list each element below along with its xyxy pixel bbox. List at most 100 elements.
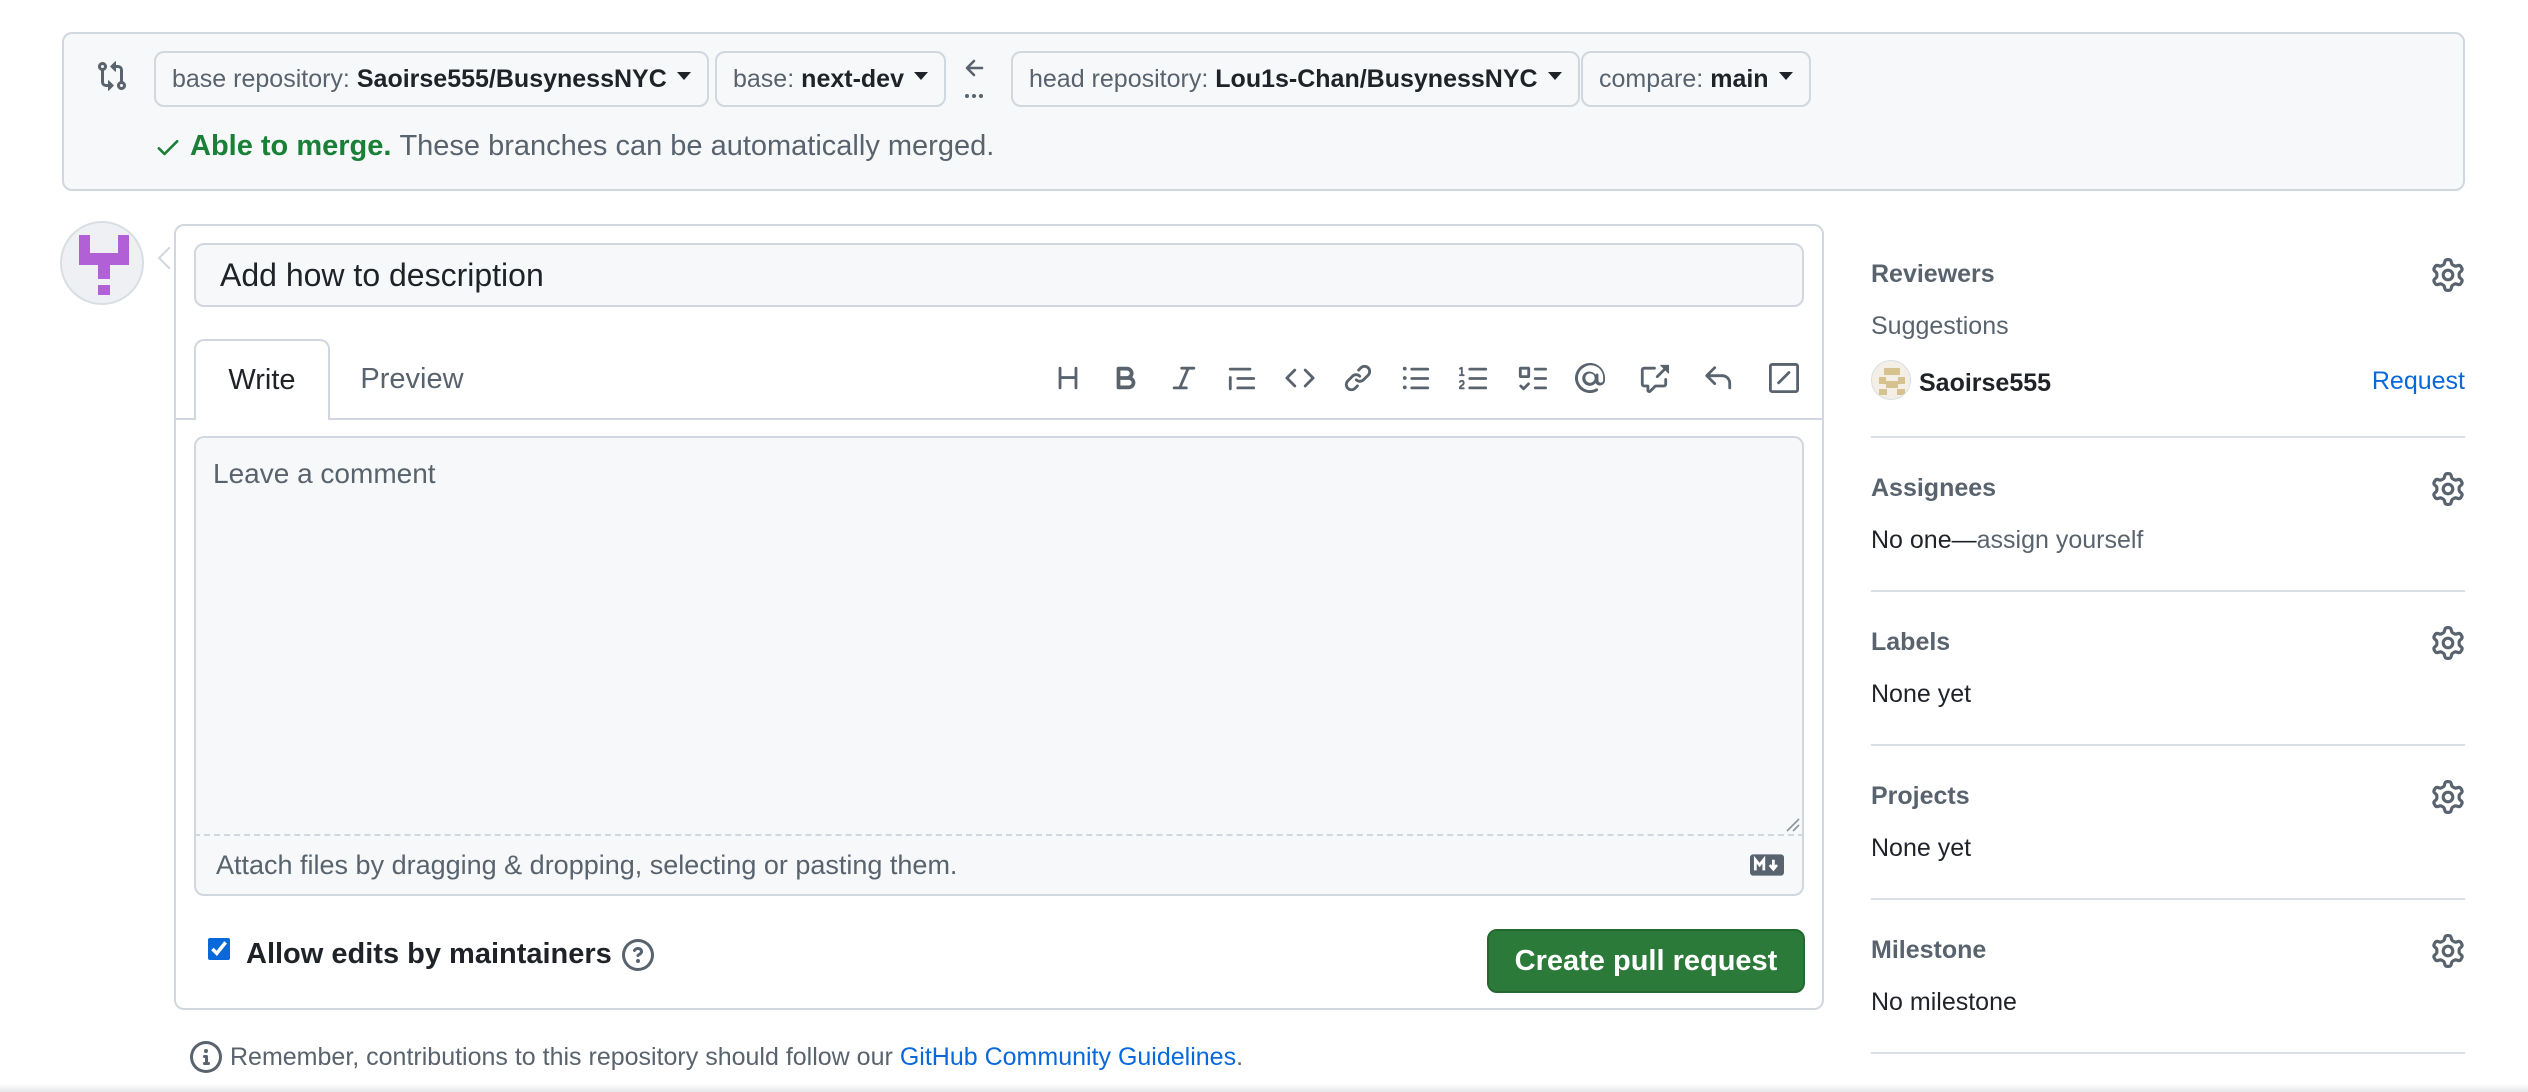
tab-preview-label: Preview xyxy=(360,363,464,395)
base-repository-dropdown[interactable]: base repository: Saoirse555/BusynessNYC xyxy=(154,51,709,107)
base-repository-prefix: base repository: xyxy=(172,64,350,93)
identicon-image xyxy=(79,235,129,295)
allow-edits-row: Allow edits by maintainers xyxy=(208,937,654,971)
sidebar-divider xyxy=(1871,898,2465,900)
attach-files-text: Attach files by dragging & dropping, sel… xyxy=(216,849,958,880)
pull-request-form: Write Preview Attach files by xyxy=(174,224,1824,1010)
reviewer-name[interactable]: Saoirse555 xyxy=(1919,369,2051,398)
bold-button[interactable] xyxy=(1108,360,1144,396)
reviewer-identicon xyxy=(1879,368,1905,395)
merge-message: These branches can be automatically merg… xyxy=(399,130,995,162)
avatar[interactable] xyxy=(60,221,144,305)
base-branch-value: next-dev xyxy=(801,64,904,93)
reply-icon xyxy=(1705,366,1732,390)
sidebar-divider xyxy=(1871,590,2465,592)
link-icon xyxy=(1344,364,1372,392)
reviewer-avatar xyxy=(1871,360,1911,400)
milestone-title[interactable]: Milestone xyxy=(1871,936,1986,965)
ordered-list-button[interactable] xyxy=(1456,360,1492,396)
gear-icon[interactable] xyxy=(2431,780,2465,814)
head-repository-prefix: head repository: xyxy=(1029,64,1209,93)
heading-button[interactable] xyxy=(1050,360,1086,396)
reviewers-section: Reviewers Suggestions Saoirse555 Request xyxy=(1871,252,2465,438)
head-repository-dropdown[interactable]: head repository: Lou1s-Chan/BusynessNYC xyxy=(1011,51,1580,107)
assignees-none: No one— xyxy=(1871,526,1977,554)
compare-branch-value: main xyxy=(1710,64,1769,93)
quote-button[interactable] xyxy=(1224,360,1260,396)
unordered-list-icon xyxy=(1402,366,1430,390)
compare-branch-prefix: compare: xyxy=(1599,64,1704,93)
assignees-section: Assignees No one—assign yourself xyxy=(1871,466,2465,592)
code-icon xyxy=(1285,368,1315,388)
allow-edits-checkbox[interactable] xyxy=(208,937,230,960)
check-icon xyxy=(157,139,179,155)
task-list-button[interactable] xyxy=(1514,360,1550,396)
tab-write-label: Write xyxy=(228,364,296,396)
assign-yourself-link[interactable]: assign yourself xyxy=(1977,526,2144,554)
milestone-value: No milestone xyxy=(1871,988,2017,1016)
caret-down-icon xyxy=(676,72,691,80)
unordered-list-button[interactable] xyxy=(1398,360,1434,396)
italic-icon xyxy=(1172,366,1196,390)
gear-icon[interactable] xyxy=(2431,934,2465,968)
code-button[interactable] xyxy=(1282,360,1318,396)
base-branch-dropdown[interactable]: base: next-dev xyxy=(715,51,946,107)
community-guidelines-link[interactable]: GitHub Community Guidelines xyxy=(900,1043,1236,1072)
slash-command-icon xyxy=(1769,363,1799,393)
base-repository-value: Saoirse555/BusynessNYC xyxy=(356,64,667,93)
gear-icon[interactable] xyxy=(2431,626,2465,660)
create-pull-request-button[interactable]: Create pull request xyxy=(1487,929,1805,993)
assignees-value: No one—assign yourself xyxy=(1871,526,2143,555)
cross-reference-icon xyxy=(1640,364,1669,393)
title-input[interactable] xyxy=(194,243,1804,307)
allow-edits-label[interactable]: Allow edits by maintainers xyxy=(246,938,612,971)
mention-button[interactable] xyxy=(1572,360,1608,396)
attach-files-bar[interactable]: Attach files by dragging & dropping, sel… xyxy=(194,834,1804,896)
tab-write[interactable]: Write xyxy=(194,339,330,420)
info-icon xyxy=(190,1041,222,1073)
reply-button[interactable] xyxy=(1700,360,1736,396)
comment-textarea[interactable] xyxy=(194,436,1804,836)
base-branch-prefix: base: xyxy=(733,64,795,93)
task-list-icon xyxy=(1518,366,1547,391)
gear-icon[interactable] xyxy=(2431,258,2465,292)
labels-value: None yet xyxy=(1871,680,1972,708)
contribution-note: Remember, contributions to this reposito… xyxy=(190,1041,1243,1073)
reviewers-title[interactable]: Reviewers xyxy=(1871,260,1995,289)
merge-status: Able to merge. These branches can be aut… xyxy=(154,130,994,163)
cross-reference-button[interactable] xyxy=(1636,360,1672,396)
sidebar-divider xyxy=(1871,744,2465,746)
request-review-button[interactable]: Request xyxy=(2372,367,2465,396)
sidebar-divider xyxy=(1871,436,2465,438)
arrow-left-icon xyxy=(965,59,984,98)
gear-icon[interactable] xyxy=(2431,472,2465,506)
contribution-note-period: . xyxy=(1236,1042,1244,1071)
link-button[interactable] xyxy=(1340,360,1376,396)
resize-handle-icon[interactable] xyxy=(1784,816,1800,832)
question-icon[interactable] xyxy=(621,938,654,971)
sidebar-divider xyxy=(1871,1052,2465,1054)
caret-down-icon xyxy=(913,72,928,80)
milestone-section: Milestone No milestone xyxy=(1871,928,2465,1054)
assignees-title[interactable]: Assignees xyxy=(1871,474,1996,503)
tab-preview[interactable]: Preview xyxy=(352,339,472,420)
git-compare-icon xyxy=(98,61,127,91)
caret-down-icon xyxy=(1778,72,1793,80)
suggestions-label: Suggestions xyxy=(1871,312,2009,340)
compare-branch-dropdown[interactable]: compare: main xyxy=(1581,51,1811,107)
slash-command-button[interactable] xyxy=(1766,360,1802,396)
page-bottom-edge xyxy=(0,1084,2528,1092)
mention-icon xyxy=(1575,363,1605,393)
labels-title[interactable]: Labels xyxy=(1871,628,1950,657)
caret-down-icon xyxy=(1547,72,1562,80)
ordered-list-icon xyxy=(1459,366,1488,390)
heading-icon xyxy=(1058,366,1078,390)
projects-section: Projects None yet xyxy=(1871,774,2465,900)
quote-icon xyxy=(1228,367,1256,391)
italic-button[interactable] xyxy=(1166,360,1202,396)
merge-ok-text: Able to merge. xyxy=(190,130,392,162)
markdown-icon[interactable] xyxy=(1750,854,1784,876)
projects-title[interactable]: Projects xyxy=(1871,782,1970,811)
compare-box: base repository: Saoirse555/BusynessNYC … xyxy=(62,32,2465,191)
labels-section: Labels None yet xyxy=(1871,620,2465,746)
